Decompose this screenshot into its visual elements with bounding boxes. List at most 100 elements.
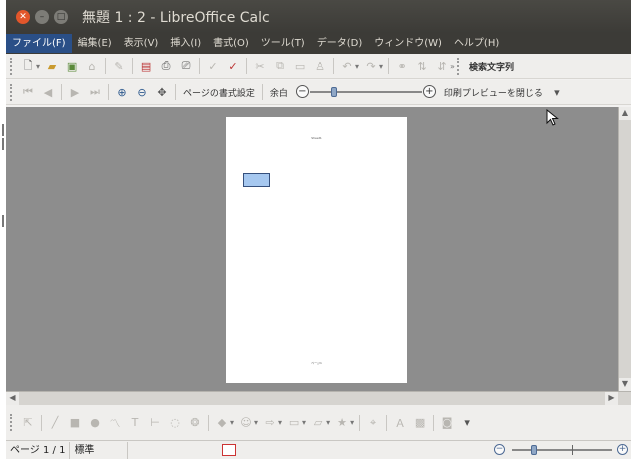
menu-data[interactable]: データ(D) xyxy=(311,34,369,53)
vertical-text-button[interactable]: ⊢ xyxy=(147,415,163,431)
dropdown-arrow-icon[interactable]: ▾ xyxy=(379,62,383,71)
zoom-out-icon[interactable]: − xyxy=(494,444,505,455)
preview-page[interactable]: Sheet1 ページ1 xyxy=(226,117,407,383)
next-page-button[interactable]: ▶ xyxy=(67,84,83,100)
toolbar-grip[interactable] xyxy=(456,57,461,75)
hyperlink-button[interactable]: ⚭ xyxy=(394,58,410,74)
margins-button[interactable]: 余白 xyxy=(266,86,292,99)
undo-button[interactable]: ↶ xyxy=(339,58,355,74)
spelling-button[interactable]: ✓ xyxy=(205,58,221,74)
zoom-out-button[interactable]: ⊖ xyxy=(134,84,150,100)
print-preview-canvas[interactable]: Sheet1 ページ1 xyxy=(6,107,618,391)
document-modified-icon[interactable] xyxy=(222,444,237,456)
export-pdf-button[interactable]: ▤ xyxy=(138,58,154,74)
scroll-left-icon[interactable]: ◀ xyxy=(6,392,19,405)
flowchart-button[interactable]: ▭ xyxy=(286,415,302,431)
line-button[interactable]: ╱ xyxy=(47,415,63,431)
zoom-slider-knob[interactable] xyxy=(331,87,338,97)
zoom-in-button[interactable]: ⊕ xyxy=(114,84,130,100)
dropdown-arrow-icon[interactable]: ▾ xyxy=(355,62,359,71)
first-page-button[interactable]: ⏮ xyxy=(20,84,36,100)
maximize-window-button[interactable]: □ xyxy=(54,9,68,24)
dropdown-arrow-icon[interactable]: ▾ xyxy=(230,418,234,427)
save-button[interactable]: ▣ xyxy=(64,58,80,74)
menu-window[interactable]: ウィンドウ(W) xyxy=(368,34,448,53)
open-button[interactable]: ▰ xyxy=(44,58,60,74)
zoom-plus-icon[interactable]: + xyxy=(422,85,436,98)
scroll-up-icon[interactable]: ▲ xyxy=(619,107,631,120)
preview-zoom-slider[interactable]: − + xyxy=(295,85,436,99)
page-format-button[interactable]: ページの書式設定 xyxy=(179,86,259,99)
new-document-button[interactable]: 🗋 xyxy=(20,58,36,74)
block-arrows-button[interactable]: ⇨ xyxy=(262,415,278,431)
toolbar-scroll-down-button[interactable]: ▾ xyxy=(459,415,475,431)
minimize-window-button[interactable]: – xyxy=(35,9,49,24)
toolbar-grip[interactable] xyxy=(10,57,14,75)
close-window-button[interactable]: ✕ xyxy=(16,9,30,24)
fontwork-button[interactable]: ❂ xyxy=(187,415,203,431)
menu-format[interactable]: 書式(O) xyxy=(207,34,255,53)
menu-help[interactable]: ヘルプ(H) xyxy=(448,34,505,53)
page-style-indicator[interactable]: 標準 xyxy=(70,441,129,459)
print-button[interactable]: ⎙ xyxy=(158,58,174,74)
menu-edit[interactable]: 編集(E) xyxy=(72,34,118,53)
callout-button[interactable]: ◌ xyxy=(167,415,183,431)
paste-button[interactable]: ▭ xyxy=(292,58,308,74)
close-preview-button[interactable]: 印刷プレビューを閉じる xyxy=(440,86,547,99)
full-screen-icon: ✥ xyxy=(157,85,167,99)
status-zoom-slider[interactable]: − + xyxy=(492,443,628,457)
dropdown-arrow-icon[interactable]: ▾ xyxy=(302,418,306,427)
dropdown-arrow-icon[interactable]: ▾ xyxy=(36,62,40,71)
zoom-slider-knob[interactable] xyxy=(530,445,537,455)
previous-page-button[interactable]: ◀ xyxy=(40,84,56,100)
dropdown-arrow-icon[interactable]: ▾ xyxy=(254,418,258,427)
clone-format-button[interactable]: ♙ xyxy=(312,58,328,74)
last-page-button[interactable]: ⏭ xyxy=(87,84,103,100)
select-button[interactable]: ⇱ xyxy=(20,415,36,431)
freeform-button[interactable]: 〽 xyxy=(107,415,123,431)
sort-ascending-button[interactable]: ⇅ xyxy=(414,58,430,74)
menu-insert[interactable]: 挿入(I) xyxy=(164,34,207,53)
menu-tools[interactable]: ツール(T) xyxy=(255,34,311,53)
menu-file[interactable]: ファイル(F) xyxy=(6,34,72,53)
ellipse-icon: ● xyxy=(90,416,100,429)
remote-files-button[interactable]: ⌂ xyxy=(84,58,100,74)
menu-view[interactable]: 表示(V) xyxy=(118,34,165,53)
cut-button[interactable]: ✂ xyxy=(252,58,268,74)
autospell-button[interactable]: ✓ xyxy=(225,58,241,74)
dropdown-arrow-icon[interactable]: ▾ xyxy=(278,418,282,427)
full-screen-button[interactable]: ✥ xyxy=(154,84,170,100)
symbol-shapes-button[interactable]: ☺ xyxy=(238,415,254,431)
rectangle-button[interactable]: ■ xyxy=(67,415,83,431)
toolbar-overflow-icon[interactable]: » xyxy=(450,62,455,71)
toolbar-grip[interactable] xyxy=(10,83,14,101)
scroll-down-icon[interactable]: ▼ xyxy=(619,378,631,391)
toolbar-grip[interactable] xyxy=(10,414,14,431)
ellipse-button[interactable]: ● xyxy=(87,415,103,431)
zoom-slider-track[interactable] xyxy=(309,91,422,93)
zoom-slider-track[interactable] xyxy=(512,449,612,451)
callouts-button[interactable]: ▱ xyxy=(310,415,326,431)
dropdown-arrow-icon[interactable]: ▾ xyxy=(326,418,330,427)
scroll-right-icon[interactable]: ▶ xyxy=(605,392,618,405)
horizontal-scrollbar[interactable]: ◀ ▶ xyxy=(6,391,631,405)
print-preview-button[interactable]: ⎚ xyxy=(178,58,194,74)
dropdown-arrow-icon[interactable]: ▾ xyxy=(350,418,354,427)
edit-mode-button[interactable]: ✎ xyxy=(111,58,127,74)
extrusion-button[interactable]: ◙ xyxy=(439,415,455,431)
toolbar-scroll-down-button[interactable]: ▾ xyxy=(549,84,565,100)
points-button[interactable]: ⌖ xyxy=(365,415,381,431)
text-box-button[interactable]: T xyxy=(127,415,143,431)
stars-button[interactable]: ★ xyxy=(334,415,350,431)
basic-shapes-button[interactable]: ◆ xyxy=(214,415,230,431)
copy-button[interactable]: ⧉ xyxy=(272,58,288,74)
redo-button[interactable]: ↷ xyxy=(363,58,379,74)
from-file-button[interactable]: ▩ xyxy=(412,415,428,431)
sort-descending-button[interactable]: ⇵ xyxy=(434,58,450,74)
scissors-icon: ✂ xyxy=(255,59,265,73)
vertical-scrollbar[interactable]: ▲ ▼ xyxy=(618,107,631,391)
new-document-icon: 🗋 xyxy=(23,58,33,72)
zoom-in-icon[interactable]: + xyxy=(617,444,628,455)
fontwork-gallery-button[interactable]: Ａ xyxy=(392,415,408,431)
zoom-minus-icon[interactable]: − xyxy=(295,85,309,98)
